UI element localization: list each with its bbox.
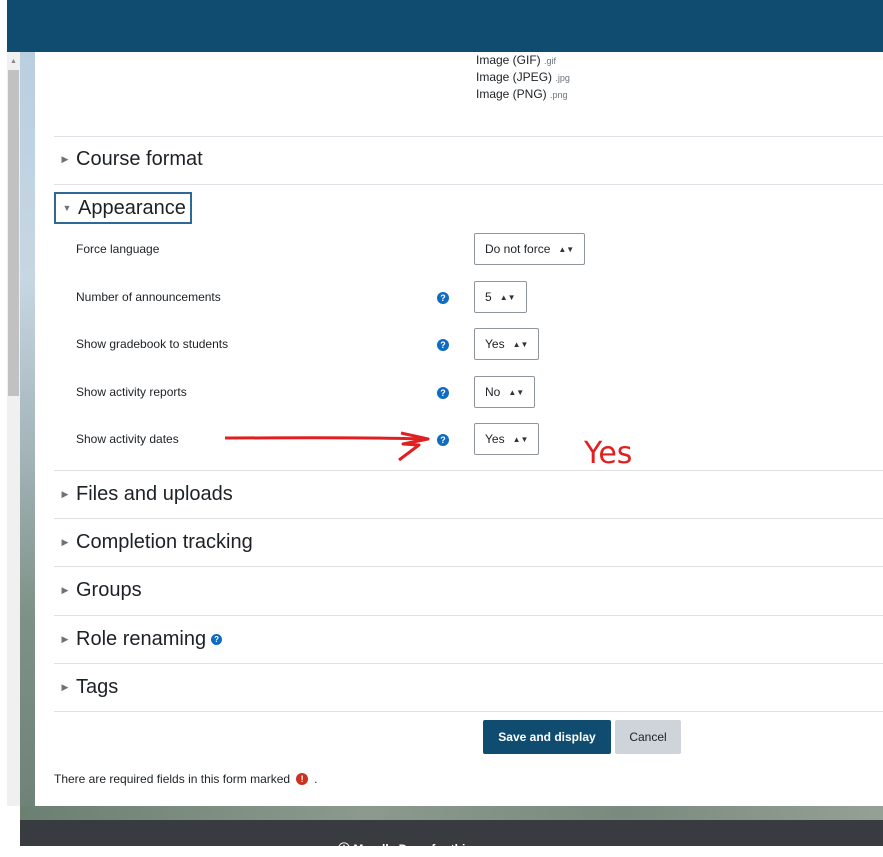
help-icon[interactable]: ?	[211, 633, 223, 645]
divider	[54, 566, 883, 567]
section-course-format[interactable]: ▶ Course format	[54, 144, 203, 174]
scrollbar[interactable]: ▲	[7, 52, 20, 806]
annotation-arrow-icon	[224, 431, 430, 462]
required-icon: !	[296, 773, 309, 785]
caret-right-icon: ▶	[61, 633, 69, 644]
announcements-label: Number of announcements	[76, 290, 221, 304]
select-arrows-icon: ▲▼	[512, 434, 529, 444]
caret-right-icon: ▶	[61, 153, 69, 164]
page-edge	[0, 0, 7, 846]
file-type-item: Image (JPEG) .jpg	[476, 70, 570, 84]
select-arrows-icon: ▲▼	[508, 387, 525, 397]
settings-form: Image (GIF) .gif Image (JPEG) .jpg Image…	[35, 52, 883, 806]
section-tags[interactable]: ▶ Tags	[54, 672, 119, 702]
file-type-item: Image (GIF) .gif	[476, 53, 557, 67]
required-fields-note: There are required fields in this form m…	[54, 772, 318, 786]
gradebook-select[interactable]: Yes ▲▼	[474, 328, 540, 360]
help-icon[interactable]: ?	[437, 434, 449, 446]
scroll-up-icon[interactable]: ▲	[7, 58, 20, 66]
divider	[54, 184, 883, 185]
force-language-select[interactable]: Do not force ▲▼	[474, 233, 586, 265]
background-image	[20, 806, 883, 820]
help-icon[interactable]: ?	[437, 387, 449, 399]
accepted-file-types: Image (GIF) .gif Image (JPEG) .jpg Image…	[476, 52, 570, 103]
caret-right-icon: ▶	[61, 681, 69, 692]
select-arrows-icon: ▲▼	[558, 244, 575, 254]
divider	[54, 711, 883, 712]
moodle-docs-link[interactable]: ⓘ Moodle Docs for this page	[338, 840, 503, 857]
section-completion-tracking[interactable]: ▶ Completion tracking	[54, 527, 253, 557]
field-force-language: Force language Do not force ▲▼	[35, 233, 883, 267]
divider	[54, 136, 883, 137]
activity-dates-select[interactable]: Yes ▲▼	[474, 423, 540, 455]
gradebook-label: Show gradebook to students	[76, 337, 229, 351]
section-groups[interactable]: ▶ Groups	[54, 575, 142, 605]
divider	[54, 663, 883, 664]
activity-dates-label: Show activity dates	[76, 432, 179, 446]
field-activity-dates: Show activity dates ? Yes ▲▼	[35, 423, 883, 457]
activity-reports-label: Show activity reports	[76, 385, 187, 399]
page-footer: ⓘ Moodle Docs for this page	[20, 820, 883, 856]
top-navbar	[7, 0, 883, 52]
divider	[54, 615, 883, 616]
select-arrows-icon: ▲▼	[512, 339, 529, 349]
background-image	[20, 52, 35, 806]
caret-down-icon: ▼	[62, 203, 72, 213]
field-gradebook: Show gradebook to students ? Yes ▲▼	[35, 328, 883, 362]
force-language-label: Force language	[76, 242, 160, 256]
caret-right-icon: ▶	[61, 488, 69, 499]
section-appearance[interactable]: ▼ Appearance	[54, 192, 192, 224]
caret-right-icon: ▶	[61, 536, 69, 547]
section-files-uploads[interactable]: ▶ Files and uploads	[54, 479, 233, 509]
save-and-display-button[interactable]: Save and display	[483, 720, 611, 754]
field-announcements: Number of announcements ? 5 ▲▼	[35, 281, 883, 315]
select-arrows-icon: ▲▼	[499, 292, 516, 302]
section-role-renaming[interactable]: ▶ Role renaming ?	[54, 624, 223, 654]
file-type-item: Image (PNG) .png	[476, 87, 568, 101]
help-icon[interactable]: ?	[437, 292, 449, 304]
annotation-text: Yes	[584, 436, 633, 471]
caret-right-icon: ▶	[61, 584, 69, 595]
help-icon[interactable]: ?	[437, 339, 449, 351]
scrollbar-thumb[interactable]	[8, 70, 19, 396]
divider	[54, 518, 883, 519]
divider	[54, 470, 883, 471]
field-activity-reports: Show activity reports ? No ▲▼	[35, 376, 883, 410]
cancel-button[interactable]: Cancel	[615, 720, 681, 754]
announcements-select[interactable]: 5 ▲▼	[474, 281, 527, 313]
activity-reports-select[interactable]: No ▲▼	[474, 376, 536, 408]
